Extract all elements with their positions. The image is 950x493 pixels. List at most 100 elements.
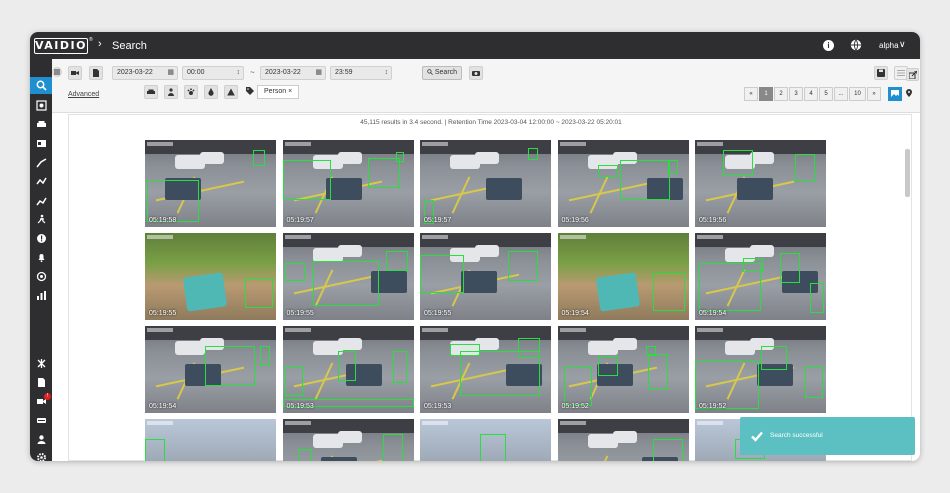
detection-box bbox=[795, 154, 815, 182]
camera-overlay-label bbox=[697, 235, 723, 239]
detection-box bbox=[147, 180, 199, 222]
detection-box bbox=[667, 160, 678, 174]
camera-overlay-label bbox=[559, 421, 586, 425]
filter-tag-remove-button[interactable]: × bbox=[288, 88, 292, 95]
result-thumbnail[interactable]: 05:19:57 bbox=[282, 140, 414, 227]
result-thumbnail[interactable]: 05:19:54 bbox=[557, 233, 689, 320]
map-view-button[interactable] bbox=[903, 87, 917, 101]
start-time-input[interactable]: 00:00 ↕ bbox=[182, 66, 244, 80]
filter-warning-button[interactable] bbox=[224, 85, 238, 99]
sidebar-item-face[interactable] bbox=[30, 97, 52, 114]
filter-color-button[interactable] bbox=[204, 85, 218, 99]
sidebar-item-id-card[interactable] bbox=[30, 135, 52, 152]
sidebar-item-alert[interactable] bbox=[30, 230, 52, 247]
advanced-link[interactable]: Advanced bbox=[68, 91, 99, 98]
pagination-page-10[interactable]: 10 bbox=[849, 87, 866, 101]
result-thumbnail[interactable]: 05:19:52 bbox=[695, 326, 826, 413]
end-date-input[interactable]: 2023-03-22 ▦ bbox=[260, 66, 326, 80]
sidebar-item-search[interactable] bbox=[30, 77, 52, 94]
filter-vehicle-button[interactable] bbox=[144, 85, 158, 99]
sidebar-item-cameras[interactable]: ! bbox=[30, 393, 52, 410]
search-button[interactable]: Search bbox=[422, 66, 462, 80]
save-search-button[interactable] bbox=[874, 66, 888, 80]
sidebar-item-fall-detection[interactable] bbox=[30, 211, 52, 228]
sidebar-item-storage[interactable] bbox=[30, 412, 52, 429]
result-thumbnail[interactable]: 05:19:58 bbox=[145, 140, 276, 227]
start-date-input[interactable]: 2023-03-22 ▦ bbox=[112, 66, 178, 80]
start-date-value: 2023-03-22 bbox=[117, 69, 153, 76]
pagination-page-4[interactable]: 4 bbox=[804, 87, 818, 101]
result-thumbnail[interactable]: 05:19:55 bbox=[282, 233, 414, 320]
pagination-next-button[interactable]: » bbox=[867, 87, 881, 101]
info-icon[interactable]: i bbox=[823, 40, 834, 51]
results-scrollbar[interactable] bbox=[904, 141, 912, 459]
result-thumbnail[interactable]: 05:19:54 bbox=[695, 233, 826, 320]
export-button[interactable] bbox=[906, 68, 919, 81]
user-menu[interactable]: alpha bbox=[879, 41, 899, 50]
image-search-button[interactable] bbox=[469, 66, 483, 80]
sidebar-item-person-tracking[interactable] bbox=[30, 154, 52, 171]
pagination-page-3[interactable]: 3 bbox=[789, 87, 803, 101]
sidebar-item-reports[interactable] bbox=[30, 287, 52, 304]
time-stepper-icon[interactable]: ↕ bbox=[385, 67, 389, 79]
camera-overlay-label bbox=[147, 235, 173, 239]
result-thumbnail[interactable]: 05:19:52 bbox=[557, 326, 689, 413]
sidebar-item-settings-tools[interactable] bbox=[30, 355, 52, 372]
time-stepper-icon[interactable]: ↕ bbox=[237, 67, 241, 79]
result-thumbnail[interactable]: 05:19:53 bbox=[282, 326, 414, 413]
tools-icon bbox=[37, 359, 46, 368]
sidebar-item-users[interactable] bbox=[30, 431, 52, 448]
file-source-button[interactable] bbox=[89, 66, 103, 80]
sidebar-item-documents[interactable] bbox=[30, 374, 52, 391]
camera-overlay-label bbox=[697, 421, 723, 425]
end-time-input[interactable]: 23:59 ↕ bbox=[330, 66, 392, 80]
sidebar-item-route[interactable] bbox=[30, 192, 52, 209]
grid-view-button[interactable] bbox=[888, 87, 902, 101]
result-thumbnail[interactable]: 05:19:54 bbox=[145, 326, 276, 413]
result-thumbnail[interactable]: 05:19:53 bbox=[420, 326, 551, 413]
thumbnail-timestamp: 05:19:56 bbox=[699, 217, 727, 224]
pagination-page-2[interactable]: 2 bbox=[774, 87, 788, 101]
detection-box bbox=[253, 150, 265, 166]
parked-car bbox=[750, 152, 774, 164]
result-thumbnail[interactable]: 05:19:56 bbox=[557, 140, 689, 227]
result-thumbnail[interactable] bbox=[557, 419, 689, 461]
sidebar-item-trend[interactable] bbox=[30, 173, 52, 190]
search-success-toast[interactable]: Search successful bbox=[740, 417, 915, 455]
result-thumbnail[interactable] bbox=[145, 419, 276, 461]
sidebar: ! bbox=[30, 59, 52, 461]
pagination-page-5[interactable]: 5 bbox=[819, 87, 833, 101]
filter-tag-button[interactable] bbox=[244, 85, 258, 99]
detection-box bbox=[312, 261, 379, 306]
parked-car bbox=[475, 245, 499, 257]
pagination-page-1[interactable]: 1 bbox=[759, 87, 773, 101]
result-thumbnail[interactable] bbox=[420, 419, 551, 461]
result-thumbnail[interactable]: 05:19:56 bbox=[695, 140, 826, 227]
sidebar-item-monitor[interactable] bbox=[30, 268, 52, 285]
thumbnail-timestamp: 05:19:57 bbox=[424, 217, 452, 224]
filter-animal-button[interactable] bbox=[184, 85, 198, 99]
globe-icon[interactable] bbox=[850, 39, 862, 51]
pagination-prev-button[interactable]: « bbox=[744, 87, 758, 101]
result-thumbnail[interactable]: 05:19:55 bbox=[145, 233, 276, 320]
chevron-down-icon[interactable]: ∨ bbox=[899, 39, 906, 50]
drop-icon bbox=[208, 88, 214, 96]
detection-box bbox=[382, 434, 403, 461]
video-source-button[interactable] bbox=[68, 66, 82, 80]
scrollbar-thumb[interactable] bbox=[905, 149, 910, 197]
sidebar-item-notification[interactable] bbox=[30, 249, 52, 266]
filter-person-button[interactable] bbox=[164, 85, 178, 99]
vaidio-logo[interactable]: VAIDIO bbox=[34, 38, 88, 54]
sidebar-item-settings[interactable] bbox=[30, 449, 52, 461]
user-icon bbox=[37, 435, 46, 444]
bench bbox=[595, 272, 640, 312]
result-thumbnail[interactable] bbox=[282, 419, 414, 461]
list-icon bbox=[897, 70, 905, 76]
end-date-value: 2023-03-22 bbox=[265, 69, 301, 76]
result-thumbnail[interactable]: 05:19:55 bbox=[420, 233, 551, 320]
sidebar-item-vehicle[interactable] bbox=[30, 116, 52, 133]
result-thumbnail[interactable]: 05:19:57 bbox=[420, 140, 551, 227]
camera-overlay-label bbox=[559, 328, 586, 332]
detection-box bbox=[145, 439, 165, 461]
menu-toggle-button[interactable] bbox=[52, 67, 62, 77]
